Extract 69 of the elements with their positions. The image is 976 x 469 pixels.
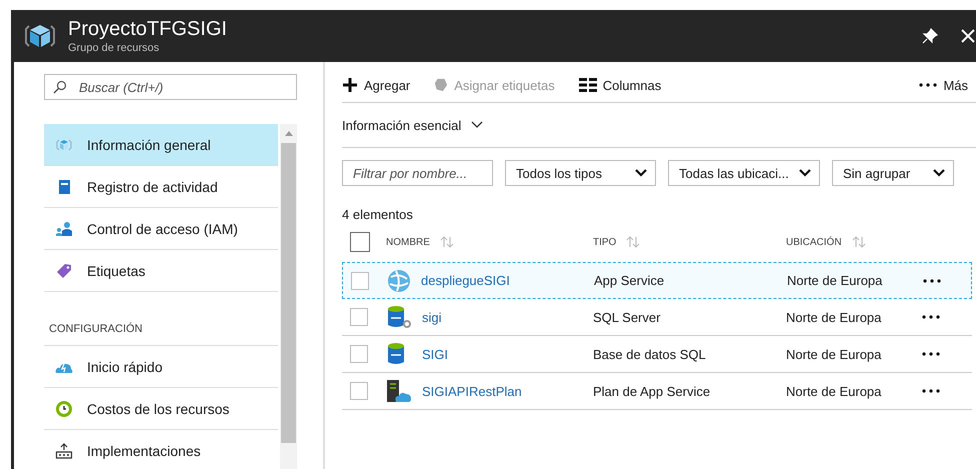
chevron-down-icon [933,169,945,177]
filter-dropdown[interactable]: Sin agrupar [832,160,954,186]
row-checkbox[interactable] [350,345,368,363]
ellipsis-icon[interactable] [922,315,940,319]
sidebar-item[interactable]: Información general [44,124,278,166]
close-icon[interactable] [960,28,976,44]
toolbar-button[interactable]: Columnas [578,78,662,92]
filter-field[interactable]: Filtrar por nombre... [342,160,493,186]
table-cell: Norte de Europa [787,273,882,288]
table-row[interactable]: SIGIAPIRestPlan Plan de App Service Norte de Europa [342,373,972,410]
column-header[interactable]: UBICACIÓN [786,236,842,248]
sidebar-item[interactable]: Etiquetas [44,250,278,292]
scroll-up-icon[interactable] [284,130,294,136]
filter-dropdown[interactable]: Todos los tipos [505,160,656,186]
ellipsis-icon [919,83,938,87]
clock-icon [55,400,73,416]
toolbar-button[interactable]: Agregar [342,77,410,93]
row-checkbox[interactable] [350,382,368,400]
chevron-down-icon [799,169,811,177]
server-cloud-icon [386,379,412,403]
sidebar-item[interactable]: Costos de los recursos [44,388,278,430]
plus-icon [342,77,358,93]
table-row[interactable]: sigi SQL Server Norte de Europa [342,299,972,336]
window-title: ProyectoTFGSIGI [68,17,227,41]
more-button[interactable]: Más [919,78,968,92]
people-icon [55,220,73,236]
table-cell: Base de datos SQL [593,346,706,362]
table-cell: App Service [594,273,664,288]
sidebar-item[interactable]: Control de acceso (IAM) [44,208,278,250]
columns-icon [578,78,597,92]
resource-link[interactable]: SIGIAPIRestPlan [422,384,522,398]
table-row[interactable]: SIGI Base de datos SQL Norte de Europa [342,336,972,373]
resource-link[interactable]: despliegueSIGI [421,273,510,288]
item-count: 4 elementos [342,207,413,222]
table-cell: Plan de App Service [593,384,710,398]
chevron-down-icon [635,169,647,177]
globe-icon [387,268,411,292]
ellipsis-icon[interactable] [922,389,940,393]
database-gear-icon [386,305,412,329]
row-checkbox[interactable] [351,272,369,290]
column-header[interactable]: NOMBRE [386,236,430,248]
table-cell: SQL Server [593,310,660,324]
ellipsis-icon[interactable] [922,352,940,356]
sort-icon[interactable] [626,236,640,248]
resource-link[interactable]: SIGI [422,346,448,362]
sidebar-item[interactable]: Registro de actividad [44,166,278,208]
pin-icon[interactable] [922,28,938,44]
table-row[interactable]: despliegueSIGI App Service Norte de Europa [342,262,972,299]
search-field[interactable]: Buscar (Ctrl+/) [44,74,297,100]
sidebar-item[interactable]: Inicio rápido [44,346,278,388]
section-heading: CONFIGURACIÓN [49,323,142,335]
table-cell: Norte de Europa [786,346,882,362]
table-cell: Norte de Europa [786,310,882,324]
upload-icon [55,442,73,458]
essentials-toggle[interactable]: Información esencial [342,118,484,132]
sort-icon[interactable] [440,236,454,248]
cube-icon [55,136,73,152]
scrollbar[interactable] [280,124,297,469]
chevron-down-icon [471,121,484,129]
window-subtitle: Grupo de recursos [68,41,160,55]
sidebar-item[interactable]: Implementaciones [44,430,278,469]
row-checkbox[interactable] [350,308,368,326]
resource-link[interactable]: sigi [422,310,442,324]
table-cell: Norte de Europa [786,384,882,398]
column-header[interactable]: TIPO [593,236,616,248]
ellipsis-icon[interactable] [923,278,941,282]
select-all-checkbox[interactable] [350,232,370,252]
filter-dropdown[interactable]: Todas las ubicaci... [668,160,820,186]
sort-icon[interactable] [852,236,866,248]
